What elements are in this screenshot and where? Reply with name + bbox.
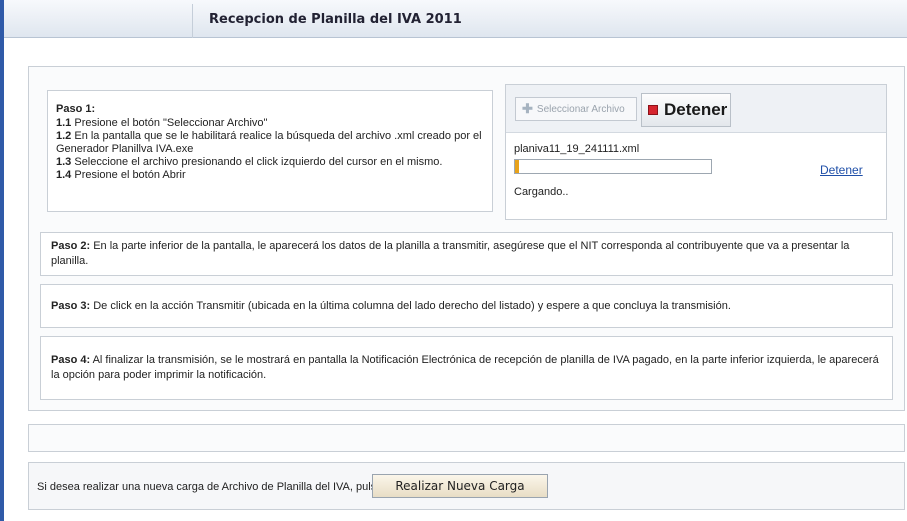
left-accent-strip: [0, 0, 4, 521]
paso3-text-block: Paso 3: De click en la acción Transmitir…: [51, 299, 731, 314]
header-divider: [192, 4, 193, 38]
select-file-label: Seleccionar Archivo: [536, 103, 625, 115]
paso3-text: De click en la acción Transmitir (ubicad…: [90, 299, 731, 312]
paso1-item-text: Seleccione el archivo presionando el cli…: [71, 156, 443, 168]
uploading-file-name: planiva11_19_241111.xml: [514, 143, 640, 155]
paso1-item-text: Presione el botón "Seleccionar Archivo": [71, 117, 268, 129]
new-upload-prompt: Si desea realizar una nueva carga de Arc…: [37, 481, 383, 493]
plus-icon: ✚: [522, 101, 533, 116]
paso1-item: 1.2 En la pantalla que se le habilitará …: [56, 130, 484, 156]
select-file-button[interactable]: ✚ Seleccionar Archivo: [515, 97, 637, 121]
paso1-item-text: Presione el botón Abrir: [71, 169, 186, 181]
new-upload-bar: Si desea realizar una nueva carga de Arc…: [28, 462, 905, 510]
paso2-text: En la parte inferior de la pantalla, le …: [51, 240, 850, 267]
paso4-label: Paso 4:: [51, 354, 91, 366]
paso3-label: Paso 3:: [51, 299, 91, 312]
header-bar: Recepcion de Planilla del IVA 2011: [4, 0, 907, 38]
paso1-item: 1.1 Presione el botón "Seleccionar Archi…: [56, 117, 484, 130]
empty-results-bar: [28, 424, 905, 452]
upload-status: Cargando..: [514, 186, 569, 198]
paso3-instructions: Paso 3: De click en la acción Transmitir…: [40, 284, 893, 328]
paso1-item-number: 1.4: [56, 169, 72, 181]
upload-panel: ✚ Seleccionar Archivo Detener planiva11_…: [505, 84, 887, 220]
paso1-item: 1.4 Presione el botón Abrir: [56, 169, 484, 182]
paso2-label: Paso 2:: [51, 240, 91, 252]
paso4-text: Al finalizar la transmisión, se le mostr…: [51, 354, 879, 381]
stop-upload-label: Detener: [664, 100, 728, 119]
upload-progress-bar: [514, 159, 712, 174]
paso1-item: 1.3 Seleccione el archivo presionando el…: [56, 156, 484, 169]
new-upload-button[interactable]: Realizar Nueva Carga: [372, 474, 548, 498]
stop-icon: [648, 105, 658, 115]
page-title: Recepcion de Planilla del IVA 2011: [209, 12, 462, 27]
upload-progress-fill: [515, 160, 519, 173]
paso1-instructions: Paso 1: 1.1 Presione el botón "Seleccion…: [47, 90, 493, 212]
paso1-item-number: 1.3: [56, 156, 72, 168]
upload-toolbar: ✚ Seleccionar Archivo Detener: [506, 85, 886, 133]
paso1-item-text: En la pantalla que se le habilitará real…: [56, 130, 482, 155]
paso4-instructions: Paso 4: Al finalizar la transmisión, se …: [40, 336, 893, 400]
paso1-item-number: 1.2: [56, 130, 72, 142]
paso2-text-block: Paso 2: En la parte inferior de la panta…: [51, 239, 882, 269]
stop-upload-button[interactable]: Detener: [641, 93, 731, 127]
paso1-item-number: 1.1: [56, 117, 72, 129]
paso1-heading: Paso 1:: [56, 103, 96, 115]
paso4-text-block: Paso 4: Al finalizar la transmisión, se …: [51, 353, 882, 383]
paso2-instructions: Paso 2: En la parte inferior de la panta…: [40, 232, 893, 276]
cancel-upload-link[interactable]: Detener: [820, 163, 863, 177]
